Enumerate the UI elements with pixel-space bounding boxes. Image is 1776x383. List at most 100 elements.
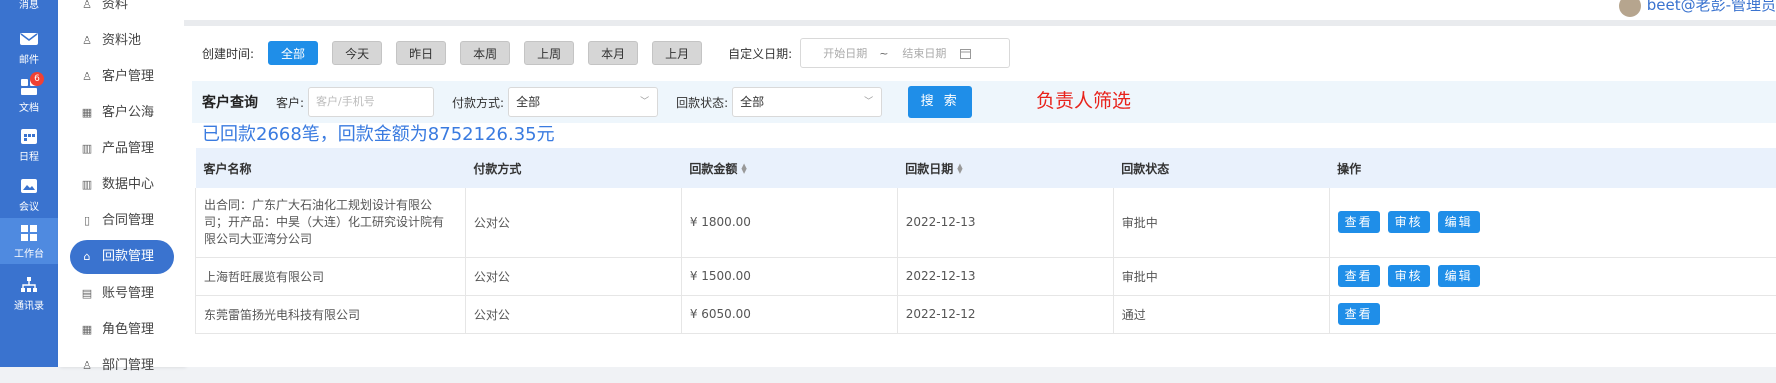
icon-rail: 消息 邮件 6 文档 日程 会议 工作台 通讯录 (0, 0, 58, 367)
workbench-icon (19, 224, 39, 242)
status-label: 回款状态: (676, 94, 728, 111)
menu-item-contracts[interactable]: ▯ 合同管理 (58, 204, 184, 238)
grid-icon: ▦ (80, 313, 94, 347)
customer-search-input[interactable]: 客户/手机号 (308, 87, 434, 117)
edit-button[interactable]: 编辑 (1438, 211, 1480, 233)
cell-actions: 查看审核编辑 (1329, 188, 1776, 257)
date-range-picker[interactable]: 开始日期 ~ 结束日期 (800, 38, 1010, 68)
cell-customer-name: 出合同：广东广大石油化工规划设计有限公司；开产品：中昊（大连）化工研究设计院有限… (196, 188, 466, 257)
contacts-label: 通讯录 (14, 301, 44, 312)
date-chip-all[interactable]: 全部 (268, 41, 318, 65)
sort-icon[interactable]: ▲▼ (957, 164, 962, 174)
status-select[interactable]: 全部 ﹀ (732, 87, 882, 117)
calendar-label: 日程 (19, 152, 39, 163)
start-date-placeholder: 开始日期 (823, 45, 867, 61)
bar-chart-icon: ▥ (80, 168, 94, 202)
cell-status: 审批中 (1113, 188, 1329, 257)
meeting-icon (19, 177, 39, 195)
menu-item-label: 回款管理 (102, 249, 154, 264)
cell-pay-method: 公对公 (465, 257, 681, 295)
bank-icon: ⌂ (80, 240, 94, 274)
date-chip-last-month[interactable]: 上月 (652, 41, 702, 65)
rail-item-messages[interactable]: 消息 (0, 0, 58, 11)
rail-item-meeting[interactable]: 会议 (0, 177, 58, 213)
menu-item-accounts[interactable]: ▤账号管理 (58, 277, 184, 311)
status-value: 全部 (740, 95, 764, 109)
menu-item-label: 账号管理 (102, 286, 154, 301)
mail-label: 邮件 (19, 55, 39, 66)
main-content: 创建时间: 全部 今天 昨日 本周 上周 本月 上月 自定义日期: 开始日期 ~… (184, 26, 1776, 367)
cell-actions: 查看审核编辑 (1329, 257, 1776, 295)
view-button[interactable]: 查看 (1338, 265, 1380, 287)
calendar-icon (960, 48, 971, 59)
date-chip-last-week[interactable]: 上周 (524, 41, 574, 65)
cell-amount: ¥ 1800.00 (681, 188, 897, 257)
menu-item-customer-pool[interactable]: ▦客户公海 (58, 96, 184, 130)
owner-filter-annotation: 负责人筛选 (1036, 86, 1131, 113)
date-chip-this-week[interactable]: 本周 (460, 41, 510, 65)
view-button[interactable]: 查看 (1338, 211, 1380, 233)
menu-item-label: 角色管理 (102, 322, 154, 337)
rail-item-documents[interactable]: 6 文档 (0, 78, 58, 114)
avatar (1619, 0, 1641, 17)
date-chip-this-month[interactable]: 本月 (588, 41, 638, 65)
menu-item-materials[interactable]: ♙资料 (58, 0, 184, 22)
table-row: 出合同：广东广大石油化工规划设计有限公司；开产品：中昊（大连）化工研究设计院有限… (196, 188, 1776, 257)
table-row: 上海哲旺展览有限公司 公对公 ¥ 1500.00 2022-12-13 审批中 … (196, 257, 1776, 295)
review-button[interactable]: 审核 (1388, 211, 1430, 233)
top-bar: beet@老彭-管理员 (184, 0, 1776, 26)
cell-actions: 查看 (1329, 295, 1776, 333)
bar-chart-icon: ▥ (80, 132, 94, 166)
pay-method-select[interactable]: 全部 ﹀ (508, 87, 658, 117)
menu-item-label: 客户管理 (102, 69, 154, 84)
menu-item-customers[interactable]: ♙ 客户管理 (58, 60, 184, 94)
payment-summary: 已回款2668笔，回款金额为8752126.35元 (202, 120, 555, 146)
cell-amount: ¥ 6050.00 (681, 295, 897, 333)
rail-item-contacts[interactable]: 通讯录 (0, 276, 58, 312)
col-actions: 操作 (1329, 148, 1776, 188)
end-date-placeholder: 结束日期 (902, 45, 946, 61)
cell-date: 2022-12-12 (897, 295, 1113, 333)
menu-item-label: 合同管理 (102, 213, 154, 228)
table-row: 东莞雷笛扬光电科技有限公司 公对公 ¥ 6050.00 2022-12-12 通… (196, 295, 1776, 333)
date-chip-today[interactable]: 今天 (332, 41, 382, 65)
menu-item-label: 部门管理 (102, 358, 154, 373)
menu-item-material-pool[interactable]: ♙资料池 (58, 24, 184, 58)
document-label: 文档 (19, 103, 39, 114)
message-label: 消息 (19, 0, 39, 11)
rail-item-mail[interactable]: 邮件 (0, 30, 58, 66)
edit-button[interactable]: 编辑 (1438, 265, 1480, 287)
cell-pay-method: 公对公 (465, 188, 681, 257)
col-customer-name: 客户名称 (196, 148, 466, 188)
menu-item-roles[interactable]: ▦ 角色管理 (58, 313, 184, 347)
rail-item-workbench[interactable]: 工作台 (0, 218, 58, 264)
pay-method-value: 全部 (516, 95, 540, 109)
search-button[interactable]: 搜 索 (908, 86, 972, 118)
rail-item-calendar[interactable]: 日程 (0, 127, 58, 163)
cell-status: 审批中 (1113, 257, 1329, 295)
date-chip-yesterday[interactable]: 昨日 (396, 41, 446, 65)
cell-status: 通过 (1113, 295, 1329, 333)
col-amount[interactable]: 回款金额▲▼ (681, 148, 897, 188)
sort-icon[interactable]: ▲▼ (741, 164, 746, 174)
menu-item-label: 客户公海 (102, 105, 154, 120)
view-button[interactable]: 查看 (1338, 303, 1380, 325)
col-pay-method: 付款方式 (465, 148, 681, 188)
file-icon: ▯ (80, 204, 94, 238)
menu-item-payments[interactable]: ⌂ 回款管理 (70, 240, 174, 274)
menu-item-products[interactable]: ▥ 产品管理 (58, 132, 184, 166)
pay-method-label: 付款方式: (452, 94, 504, 111)
date-separator: ~ (879, 47, 888, 60)
review-button[interactable]: 审核 (1388, 265, 1430, 287)
cell-date: 2022-12-13 (897, 188, 1113, 257)
user-menu[interactable]: beet@老彭-管理员 (1619, 0, 1776, 17)
menu-item-data-center[interactable]: ▥数据中心 (58, 168, 184, 202)
cell-amount: ¥ 1500.00 (681, 257, 897, 295)
user-icon: ♙ (80, 60, 94, 94)
col-status: 回款状态 (1113, 148, 1329, 188)
menu-item-departments[interactable]: ♙部门管理 (58, 349, 184, 383)
contacts-icon (19, 276, 39, 294)
menu-item-label: 资料池 (102, 33, 141, 48)
menu-item-label: 产品管理 (102, 141, 154, 156)
col-date[interactable]: 回款日期▲▼ (897, 148, 1113, 188)
